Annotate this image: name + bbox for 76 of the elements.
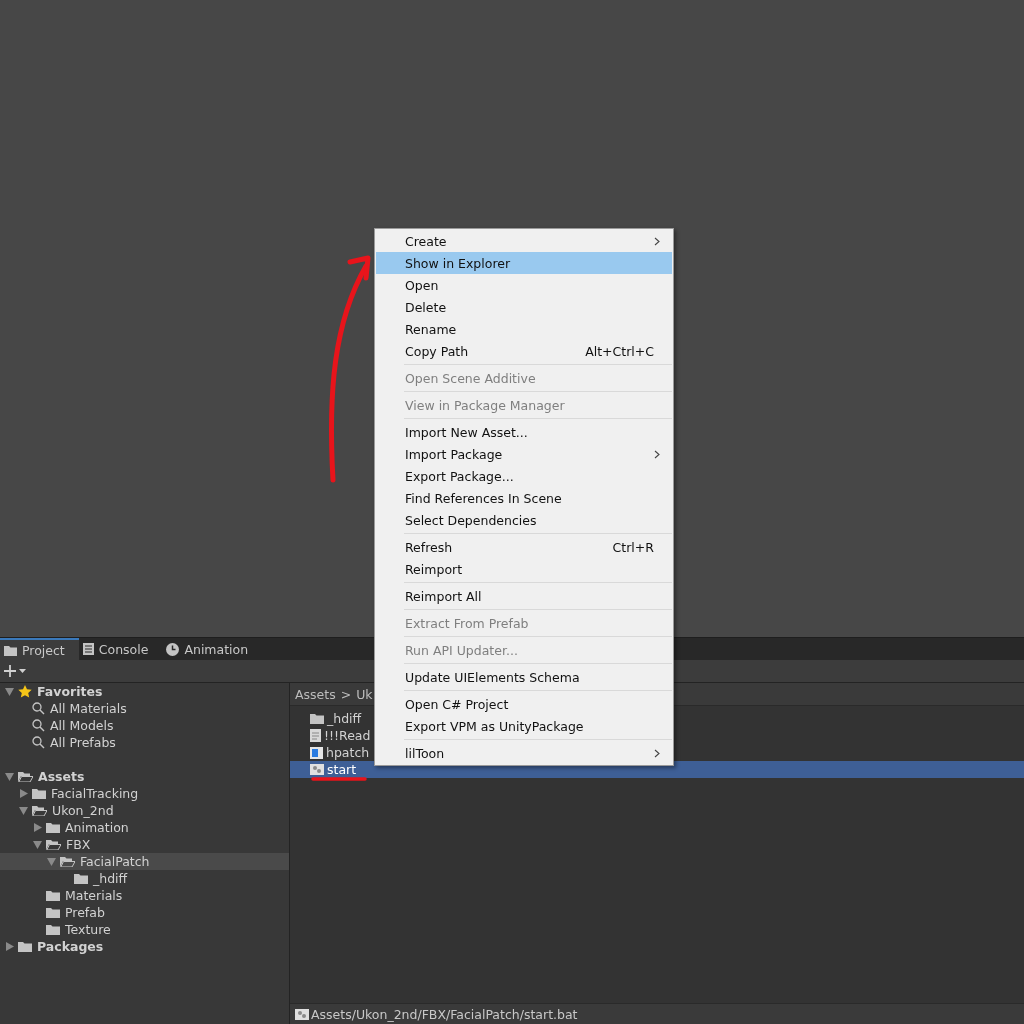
tree-item[interactable]: FacialPatch	[0, 853, 289, 870]
menu-item[interactable]: lilToon	[376, 742, 672, 764]
collapsed-arrow-icon[interactable]	[19, 789, 28, 798]
file-item[interactable]: _hdiff	[290, 710, 362, 727]
asset-path: Assets/Ukon_2nd/FBX/FacialPatch/start.bat	[311, 1006, 578, 1022]
menu-item[interactable]: Reimport	[376, 558, 672, 580]
tree-item[interactable]: Packages	[0, 938, 289, 955]
open-folder-icon	[18, 771, 33, 782]
console-icon	[82, 643, 94, 655]
menu-item[interactable]: Update UIElements Schema	[376, 666, 672, 688]
expanded-arrow-icon[interactable]	[5, 772, 14, 781]
menu-item[interactable]: Open	[376, 274, 672, 296]
panel-tab[interactable]: Project	[0, 638, 79, 660]
document-icon	[310, 729, 321, 742]
menu-item[interactable]: Show in Explorer	[376, 252, 672, 274]
tree-item[interactable]: Prefab	[0, 904, 289, 921]
window-icon	[310, 746, 323, 759]
menu-item[interactable]: Select Dependencies	[376, 509, 672, 531]
collapsed-arrow-icon[interactable]	[5, 942, 14, 951]
menu-item[interactable]: Rename	[376, 318, 672, 340]
menu-item[interactable]: Delete	[376, 296, 672, 318]
search-icon	[32, 736, 45, 749]
folder-icon	[46, 907, 60, 918]
tree-item[interactable]: All Materials	[0, 700, 289, 717]
tree-item[interactable]: Materials	[0, 887, 289, 904]
search-icon	[32, 702, 45, 715]
menu-item[interactable]: Create	[376, 230, 672, 252]
menu-item[interactable]: Refresh Ctrl+R	[376, 536, 672, 558]
tree-item[interactable]: Favorites	[0, 683, 289, 700]
tree-item[interactable]: _hdiff	[0, 870, 289, 887]
tree-item[interactable]: Ukon_2nd	[0, 802, 289, 819]
panel-tab[interactable]: Console	[78, 638, 163, 660]
tree-item[interactable]: Assets	[0, 768, 289, 785]
breadcrumb-item[interactable]: >	[340, 686, 352, 702]
folder-icon	[4, 644, 17, 656]
open-folder-icon	[46, 839, 61, 850]
open-folder-icon	[32, 805, 47, 816]
tree-item[interactable]: Animation	[0, 819, 289, 836]
menu-item[interactable]: Import New Asset...	[376, 421, 672, 443]
folder-icon	[18, 941, 32, 952]
menu-item[interactable]: Import Package	[376, 443, 672, 465]
file-item[interactable]: !!!Read	[290, 727, 371, 744]
menu-item[interactable]: Copy Path Alt+Ctrl+C	[376, 340, 672, 362]
search-icon	[32, 719, 45, 732]
menu-item[interactable]: Reimport All	[376, 585, 672, 607]
gears-icon	[295, 1008, 309, 1020]
menu-item[interactable]: Open C# Project	[376, 693, 672, 715]
shortcut-label: Ctrl+R	[612, 539, 654, 555]
clock-icon	[166, 642, 180, 656]
expanded-arrow-icon[interactable]	[19, 806, 28, 815]
expanded-arrow-icon[interactable]	[5, 687, 14, 696]
tree-item[interactable]: All Models	[0, 717, 289, 734]
shortcut-label: Alt+Ctrl+C	[585, 343, 654, 359]
folder-icon	[46, 822, 60, 833]
tree-item[interactable]: Texture	[0, 921, 289, 938]
add-icon[interactable]	[4, 664, 26, 678]
star-icon	[18, 685, 32, 698]
file-item[interactable]: hpatch	[290, 744, 370, 761]
annotation-underline	[311, 776, 367, 782]
breadcrumb-item[interactable]: Uk	[356, 686, 373, 702]
open-folder-icon	[60, 856, 75, 867]
menu-item[interactable]: Export VPM as UnityPackage	[376, 715, 672, 737]
breadcrumb-item[interactable]: Assets	[295, 686, 336, 702]
folder-icon	[46, 890, 60, 901]
folder-icon	[46, 924, 60, 935]
folder-icon	[310, 713, 324, 724]
panel-tab[interactable]: Animation	[162, 638, 263, 660]
tree-item[interactable]: FacialTracking	[0, 785, 289, 802]
tree-item[interactable]: All Prefabs	[0, 734, 289, 751]
menu-item[interactable]: Export Package...	[376, 465, 672, 487]
folder-icon	[74, 873, 88, 884]
tree-item[interactable]: FBX	[0, 836, 289, 853]
menu-item[interactable]: Find References In Scene	[376, 487, 672, 509]
gears-icon	[310, 764, 324, 775]
folder-icon	[32, 788, 46, 799]
collapsed-arrow-icon[interactable]	[33, 823, 42, 832]
